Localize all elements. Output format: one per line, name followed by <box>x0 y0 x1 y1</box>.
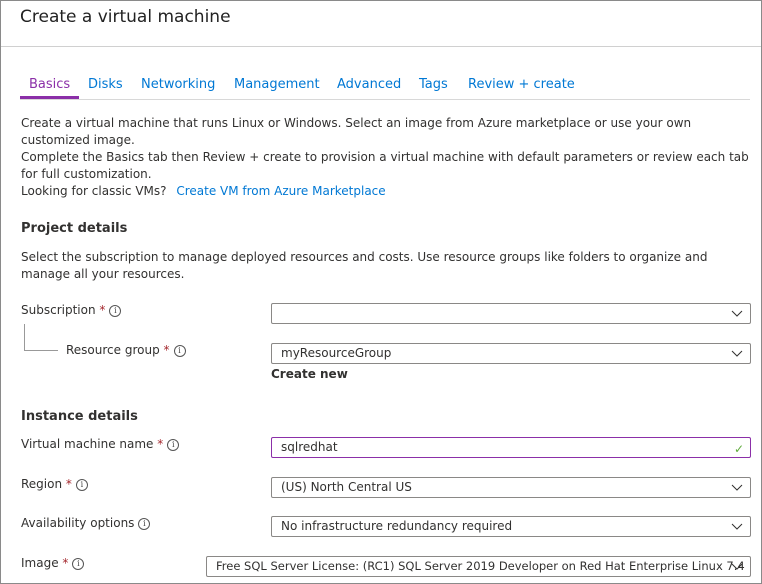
title-bar: Create a virtual machine <box>1 1 761 47</box>
availability-dropdown[interactable]: No infrastructure redundancy required <box>271 516 751 537</box>
intro-text: Create a virtual machine that runs Linux… <box>21 116 692 147</box>
image-label: Image * i <box>21 556 85 570</box>
info-icon[interactable]: i <box>72 558 85 570</box>
checkmark-icon: ✓ <box>733 442 744 456</box>
subscription-label: Subscription * i <box>21 303 122 317</box>
tab-networking[interactable]: Networking <box>141 77 215 92</box>
subscription-label-text: Subscription <box>21 303 96 317</box>
region-label: Region * i <box>21 477 88 491</box>
tab-basics[interactable]: Basics <box>19 77 80 99</box>
resource-group-value: myResourceGroup <box>281 346 392 360</box>
project-details-heading: Project details <box>21 221 128 236</box>
page-title: Create a virtual machine <box>20 7 231 27</box>
tab-review-create[interactable]: Review + create <box>468 77 575 92</box>
required-marker: * <box>65 477 72 491</box>
create-new-resource-group-link[interactable]: Create new <box>271 367 348 381</box>
info-icon[interactable]: i <box>167 439 180 451</box>
vm-name-input[interactable]: sqlredhat ✓ <box>271 437 751 458</box>
image-value: Free SQL Server License: (RC1) SQL Serve… <box>216 559 745 573</box>
availability-label-text: Availability options <box>21 516 135 530</box>
info-icon[interactable]: i <box>75 479 88 491</box>
tab-advanced[interactable]: Advanced <box>337 77 401 92</box>
resource-group-dropdown[interactable]: myResourceGroup <box>271 343 751 364</box>
tab-disks[interactable]: Disks <box>88 77 123 92</box>
chevron-down-icon <box>731 310 743 317</box>
image-label-text: Image <box>21 556 59 570</box>
create-from-marketplace-link[interactable]: Create VM from Azure Marketplace <box>176 184 385 198</box>
region-dropdown[interactable]: (US) North Central US <box>271 477 751 498</box>
instance-details-heading: Instance details <box>21 409 138 424</box>
vm-name-label: Virtual machine name * i <box>21 437 180 451</box>
create-vm-window: Create a virtual machine Basics Disks Ne… <box>0 0 762 584</box>
subscription-dropdown[interactable] <box>271 303 751 324</box>
tree-connector <box>24 324 58 351</box>
required-marker: * <box>99 303 106 317</box>
availability-value: No infrastructure redundancy required <box>281 519 513 533</box>
availability-label: Availability options i <box>21 516 151 530</box>
required-marker: * <box>62 556 69 570</box>
chevron-down-icon <box>731 523 743 530</box>
required-marker: * <box>157 437 164 451</box>
resource-group-label-text: Resource group <box>66 343 160 357</box>
chevron-down-icon <box>731 484 743 491</box>
tab-bar: Basics Disks Networking Management Advan… <box>19 77 750 100</box>
info-icon[interactable]: i <box>138 518 151 530</box>
tab-management[interactable]: Management <box>234 77 320 92</box>
vm-name-label-text: Virtual machine name <box>21 437 154 451</box>
resource-group-label: Resource group * i <box>66 343 186 357</box>
image-dropdown[interactable]: Free SQL Server License: (RC1) SQL Serve… <box>206 556 751 577</box>
tab-tags[interactable]: Tags <box>419 77 448 92</box>
intro-text-2: Complete the Basics tab then Review + cr… <box>21 150 749 181</box>
region-label-text: Region <box>21 477 63 491</box>
chevron-down-icon <box>731 563 743 570</box>
info-icon[interactable]: i <box>109 305 122 317</box>
region-value: (US) North Central US <box>281 480 412 494</box>
chevron-down-icon <box>731 350 743 357</box>
vm-name-value: sqlredhat <box>281 440 338 454</box>
classic-vms-text: Looking for classic VMs? <box>21 184 167 198</box>
project-details-description: Select the subscription to manage deploy… <box>21 250 708 281</box>
classic-vms-row: Looking for classic VMs? Create VM from … <box>21 183 751 200</box>
info-icon[interactable]: i <box>173 345 186 357</box>
required-marker: * <box>163 343 170 357</box>
